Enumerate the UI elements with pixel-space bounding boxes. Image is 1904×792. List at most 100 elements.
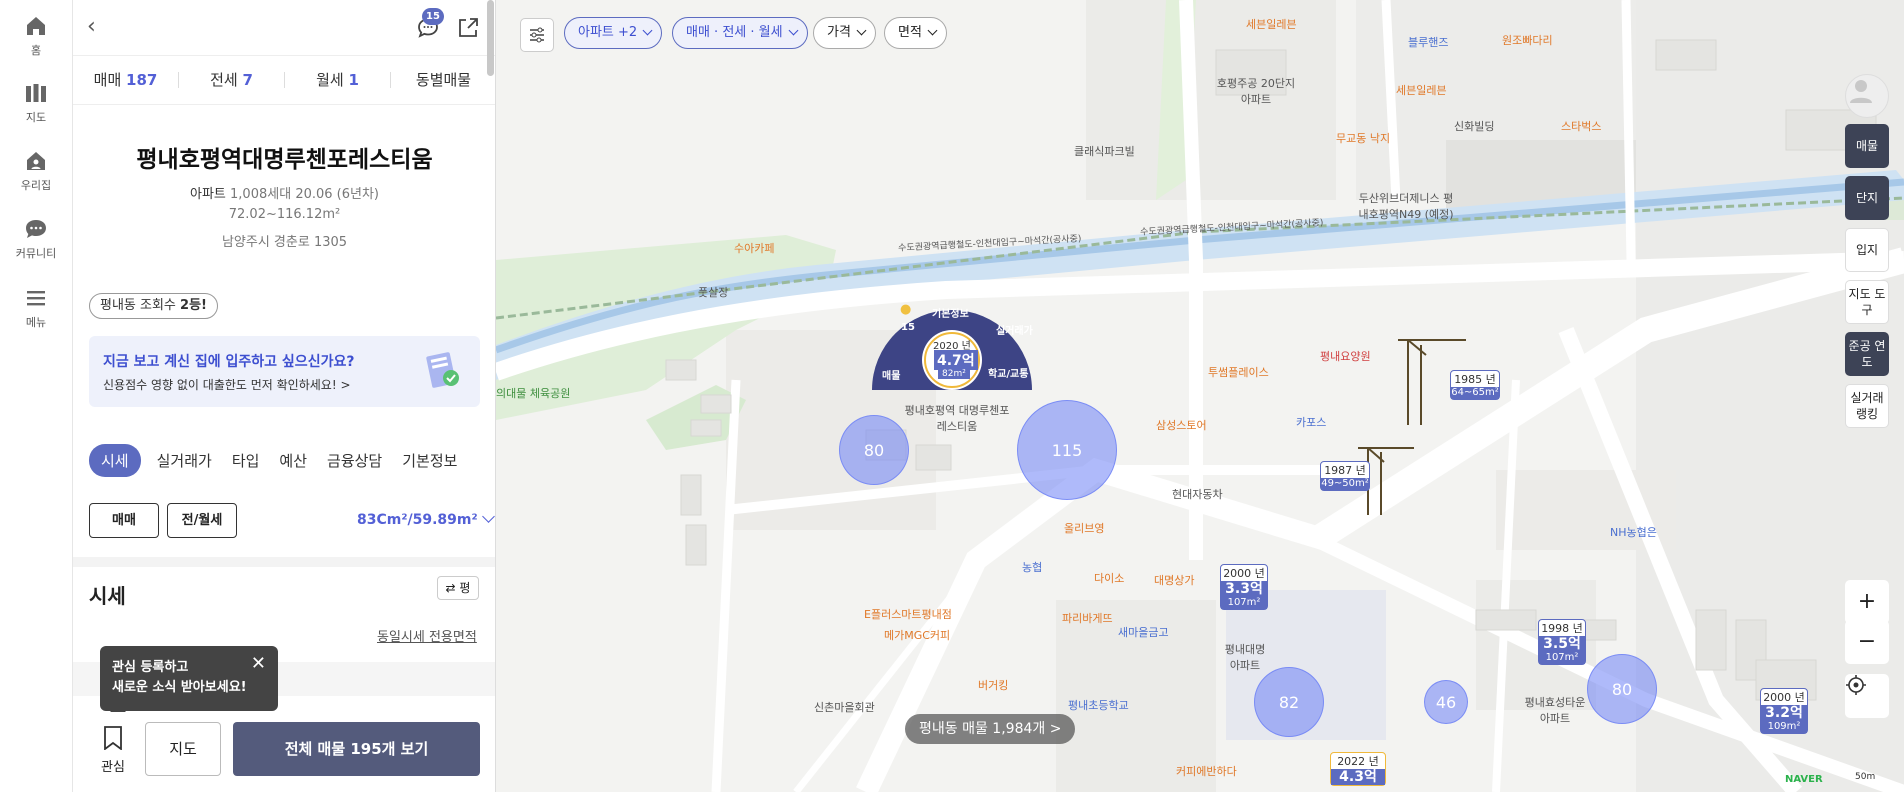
poi-label[interactable]: 수아카페 xyxy=(734,240,774,256)
complex-households: 1,008세대 xyxy=(230,187,292,202)
views-rank: 2등! xyxy=(180,298,207,313)
filter-settings-button[interactable] xyxy=(520,18,554,52)
loan-promo-banner[interactable]: 지금 보고 계신 집에 입주하고 싶으신가요? 신용점수 영향 없이 대출한도 … xyxy=(89,336,480,407)
complex-pin[interactable]: 2000 년 3.2억 109m² xyxy=(1760,688,1808,734)
transaction-ranking-button[interactable]: 실거래 랭킹 xyxy=(1845,384,1889,428)
cluster-marker[interactable]: 115 xyxy=(1017,400,1117,500)
poi-label[interactable]: 농협 xyxy=(1022,559,1042,575)
poi-label[interactable]: 커피에반하다 xyxy=(1176,763,1237,779)
poi-label[interactable]: 스타벅스 xyxy=(1561,118,1601,134)
cluster-marker[interactable]: 80 xyxy=(839,415,909,485)
crosshair-icon xyxy=(1846,675,1866,695)
radial-transactions[interactable]: 실거래가 xyxy=(996,322,1033,337)
poi-label[interactable]: 현대자동차 xyxy=(1172,486,1223,502)
nav-myhome[interactable]: 우리집 xyxy=(0,149,72,193)
layer-complex-button[interactable]: 단지 xyxy=(1845,176,1889,220)
poi-label[interactable]: 버거킹 xyxy=(978,677,1008,693)
poi-label[interactable]: 클래식파크빌 xyxy=(1074,143,1135,159)
pin-year: 1985 년 xyxy=(1454,373,1496,386)
layer-listings-button[interactable]: 매물 xyxy=(1845,124,1889,168)
tab-transactions[interactable]: 실거래가 xyxy=(157,450,212,471)
poi-label[interactable]: 의대물 체육공원 xyxy=(496,385,570,401)
poi-label[interactable]: E플러스마트평내점 xyxy=(864,606,952,622)
filter-property-type[interactable]: 아파트 +2 xyxy=(564,17,663,49)
pin-year: 2000 년 xyxy=(1223,567,1265,580)
complex-pin[interactable]: 1987 년 49~50m² xyxy=(1320,461,1370,491)
poi-label[interactable]: 평내초등학교 xyxy=(1068,697,1129,713)
poi-label[interactable]: 신화빌딩 xyxy=(1454,118,1494,134)
poi-label[interactable]: 새마을금고 xyxy=(1118,624,1169,640)
nav-home[interactable]: 홈 xyxy=(0,14,72,58)
nav-map[interactable]: 지도 xyxy=(0,81,72,125)
radial-info[interactable]: 기본정보 xyxy=(932,305,969,320)
close-icon[interactable]: ✕ xyxy=(251,654,266,674)
cluster-marker[interactable]: 80 xyxy=(1587,654,1657,724)
favorite-button[interactable]: 관심 xyxy=(95,726,131,775)
deal-select-sale[interactable]: 매매 xyxy=(89,503,159,538)
poi-label[interactable]: 블루핸즈 xyxy=(1408,34,1448,50)
layer-location-button[interactable]: 입지 xyxy=(1845,228,1889,272)
back-arrow-icon[interactable]: ‹ xyxy=(87,16,107,38)
tab-budget[interactable]: 예산 xyxy=(279,450,307,471)
pyeong-toggle-button[interactable]: ⇄ 평 xyxy=(437,576,479,600)
deal-select-rent[interactable]: 전/월세 xyxy=(167,503,237,538)
complex-pin[interactable]: 1998 년 3.5억 107m² xyxy=(1538,619,1586,665)
radial-listings[interactable]: 매물 xyxy=(882,367,900,382)
poi-label[interactable]: 대명상가 xyxy=(1154,572,1194,588)
poi-label[interactable]: 무교동 낙지 xyxy=(1336,130,1390,146)
filter-deal-type[interactable]: 매매 · 전세 · 월세 xyxy=(672,17,808,49)
poi-label[interactable]: 세븐일레븐 xyxy=(1396,82,1447,98)
poi-label[interactable]: 파리바게뜨 xyxy=(1062,610,1113,626)
nav-community[interactable]: 커뮤니티 xyxy=(0,217,72,261)
complex-pin[interactable]: 1985 년 64~65m² xyxy=(1450,370,1500,400)
map-button[interactable]: 지도 xyxy=(145,722,221,776)
my-location-button[interactable] xyxy=(1845,674,1889,718)
poi-label[interactable]: 신촌마을회관 xyxy=(814,699,875,715)
poi-label[interactable]: 카포스 xyxy=(1296,414,1326,430)
poi-label[interactable]: 올리브영 xyxy=(1064,520,1104,536)
poi-label[interactable]: 다이소 xyxy=(1094,570,1124,586)
map-tools-button[interactable]: 지도 도구 xyxy=(1845,280,1889,324)
cluster-marker[interactable]: 82 xyxy=(1254,667,1324,737)
tab-basic-info[interactable]: 기본정보 xyxy=(402,450,457,471)
zoom-out-button[interactable]: − xyxy=(1845,620,1889,664)
tab-price[interactable]: 시세 xyxy=(89,443,141,477)
tab-by-building[interactable]: 동별매물 xyxy=(391,72,495,88)
tab-monthly-count: 1 xyxy=(348,71,359,89)
tab-monthly[interactable]: 월세 1 xyxy=(285,72,391,88)
complex-pin[interactable]: 2022 년 4.3억 xyxy=(1330,752,1386,786)
built-year-button[interactable]: 준공 연도 xyxy=(1845,332,1889,376)
poi-label[interactable]: 두산위브더제니스 평내호평역N49 (예정) xyxy=(1356,190,1456,222)
avatar[interactable] xyxy=(1845,74,1889,118)
poi-label[interactable]: 세븐일레븐 xyxy=(1246,16,1297,32)
poi-label[interactable]: 평내효성타운 아파트 xyxy=(1520,694,1590,726)
zoom-in-button[interactable]: + xyxy=(1845,580,1889,624)
poi-label[interactable]: 원조빠다리 xyxy=(1502,32,1553,48)
tab-type[interactable]: 타입 xyxy=(232,450,260,471)
poi-label[interactable]: 호평주공 20단지아파트 xyxy=(1216,75,1296,107)
poi-label[interactable]: 평내요양원 xyxy=(1320,348,1371,364)
view-all-listings-button[interactable]: 전체 매물 195개 보기 xyxy=(233,722,480,776)
radial-school-transit[interactable]: 학교/교통 xyxy=(988,365,1028,380)
tab-jeonse[interactable]: 전세 7 xyxy=(179,72,285,88)
tab-finance[interactable]: 금융상담 xyxy=(327,450,382,471)
poi-label[interactable]: 삼성스토어 xyxy=(1156,417,1207,433)
poi-label[interactable]: NH농협은 xyxy=(1610,524,1657,540)
filter-price[interactable]: 가격 xyxy=(813,17,876,49)
filter-area[interactable]: 면적 xyxy=(884,17,947,49)
user-icon xyxy=(1850,80,1872,103)
share-icon[interactable] xyxy=(456,16,480,40)
same-price-area-link[interactable]: 동일시세 전용면적 xyxy=(377,626,477,645)
area-listing-count-button[interactable]: 평내동 매물 1,984개 > xyxy=(905,714,1076,744)
poi-label[interactable]: 평내대명 아파트 xyxy=(1222,641,1268,673)
map-view[interactable]: 아파트 +2 매매 · 전세 · 월세 가격 면적 ⓘ 기본정보 실거래가 학교… xyxy=(496,0,1904,792)
cluster-marker[interactable]: 46 xyxy=(1424,680,1468,724)
complex-pin[interactable]: 2000 년 3.3억 107m² xyxy=(1220,564,1268,610)
tab-sale[interactable]: 매매 187 xyxy=(73,72,179,88)
poi-label[interactable]: 메가MGC커피 xyxy=(884,627,950,643)
poi-label[interactable]: 투썸플레이스 xyxy=(1208,364,1269,380)
area-dropdown[interactable]: 83Cm²/59.89m² xyxy=(357,510,495,528)
nav-menu[interactable]: 메뉴 xyxy=(0,286,72,330)
poi-label[interactable]: 풋살장 xyxy=(698,284,728,300)
panel-scrollbar[interactable] xyxy=(487,0,494,76)
